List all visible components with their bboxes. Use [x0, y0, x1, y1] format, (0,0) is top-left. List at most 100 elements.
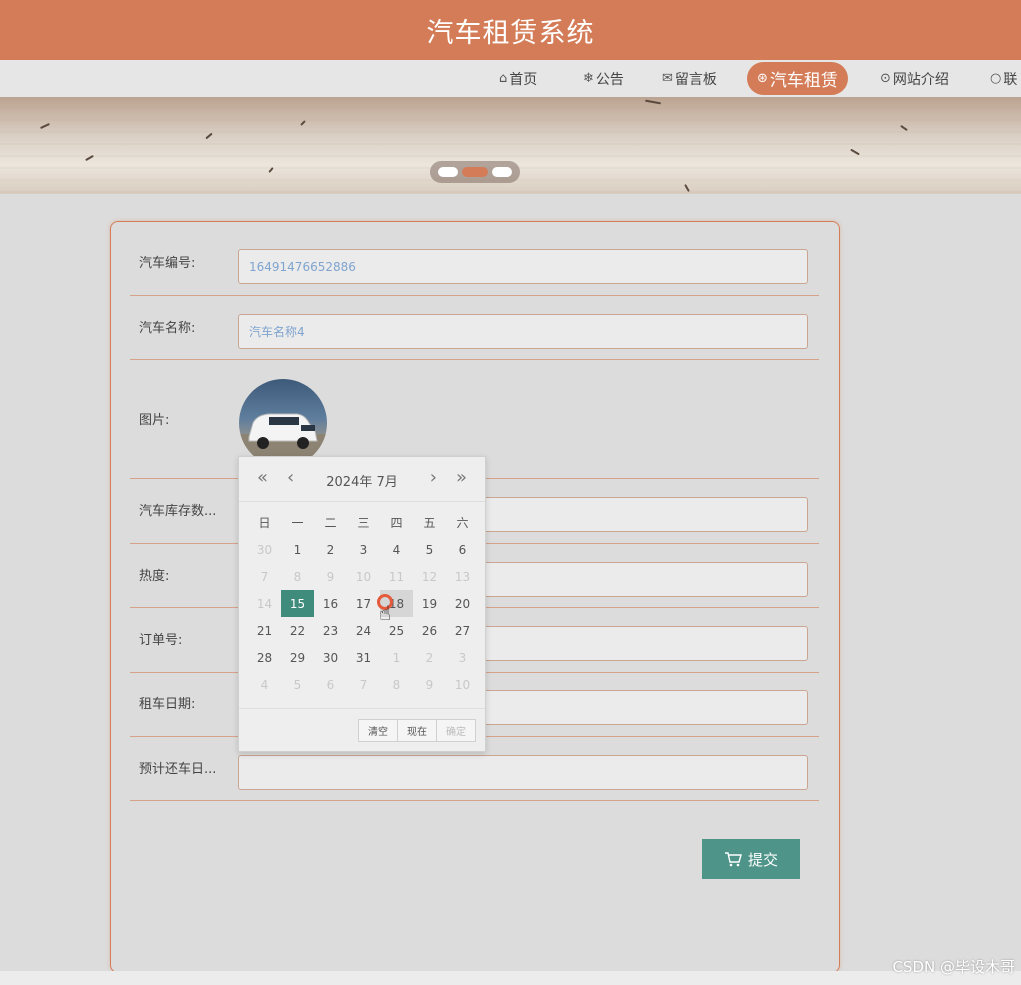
calendar-day[interactable]: 7	[248, 563, 281, 590]
submit-label: 提交	[747, 850, 778, 869]
car-no-label: 汽车编号:	[139, 256, 196, 271]
return-date-label: 预计还车日...	[139, 762, 217, 777]
car-no-value: 16491476652886	[249, 259, 356, 274]
calendar-day[interactable]: 28	[248, 644, 281, 671]
week-row: 14 15 16 17 18 19 20	[248, 590, 479, 617]
calendar-day[interactable]: 26	[413, 617, 446, 644]
week-row: 4 5 6 7 8 9 10	[248, 671, 479, 698]
calendar-day[interactable]: 10	[446, 671, 479, 698]
calendar-day[interactable]: 3	[446, 644, 479, 671]
car-name-label: 汽车名称:	[139, 321, 196, 336]
submit-button[interactable]: 提交	[702, 839, 800, 879]
banner-texture	[850, 148, 860, 156]
weekday-label: 四	[390, 516, 403, 530]
calendar-day[interactable]: 19	[413, 590, 446, 617]
calendar-day[interactable]: 30	[248, 536, 281, 563]
car-no-field[interactable]: 16491476652886	[238, 249, 808, 284]
date-picker-grid: 日一二三四五六 30 1 2 3 4 5 6 7 8 9 10 11 12 13 14 15 16 17 18 19 20…	[248, 509, 479, 698]
banner-texture	[900, 124, 908, 132]
calendar-day[interactable]: 31	[347, 644, 380, 671]
car-name-value: 汽车名称4	[249, 325, 305, 339]
nav-item-label: 联	[1003, 71, 1018, 88]
calendar-day[interactable]: 27	[446, 617, 479, 644]
calendar-day[interactable]: 2	[413, 644, 446, 671]
calendar-day[interactable]: 8	[281, 563, 314, 590]
nav-item-label: 公告	[595, 71, 624, 88]
calendar-day[interactable]: 8	[380, 671, 413, 698]
calendar-day[interactable]: 11	[380, 563, 413, 590]
calendar-day[interactable]: 1	[380, 644, 413, 671]
now-button[interactable]: 现在	[398, 720, 437, 741]
clear-button[interactable]: 清空	[359, 720, 398, 741]
calendar-day[interactable]: 9	[314, 563, 347, 590]
snowflake-icon: ❄	[583, 71, 594, 86]
calendar-day[interactable]: 3	[347, 536, 380, 563]
banner-texture	[644, 99, 662, 105]
week-row: 7 8 9 10 11 12 13	[248, 563, 479, 590]
week-row: 28 29 30 31 1 2 3	[248, 644, 479, 671]
nav-item-about[interactable]: ⊙ 网站介绍	[880, 62, 949, 95]
order-no-label: 订单号:	[139, 633, 183, 648]
heat-label: 热度:	[139, 569, 170, 584]
calendar-day[interactable]: 12	[413, 563, 446, 590]
calendar-day[interactable]: 13	[446, 563, 479, 590]
calendar-day[interactable]: 24	[347, 617, 380, 644]
home-icon: ⌂	[499, 71, 508, 86]
calendar-day[interactable]: 7	[347, 671, 380, 698]
row-divider	[130, 359, 819, 360]
calendar-day[interactable]: 5	[413, 536, 446, 563]
car-image[interactable]	[239, 379, 327, 467]
nav-item-home[interactable]: ⌂ 首页	[499, 62, 537, 95]
calendar-day[interactable]: 16	[314, 590, 347, 617]
calendar-day[interactable]: 2	[314, 536, 347, 563]
info-icon: ⊙	[880, 71, 891, 86]
return-date-field[interactable]	[238, 755, 808, 790]
next-month-icon[interactable]: ›	[430, 467, 437, 488]
week-row: 30 1 2 3 4 5 6	[248, 536, 479, 563]
cart-icon	[724, 852, 742, 867]
row-divider	[130, 800, 819, 801]
carousel-dot-active[interactable]	[462, 167, 488, 177]
car-photo-icon	[239, 413, 327, 467]
watermark: CSDN @毕设木哥	[892, 958, 1015, 976]
next-year-icon[interactable]: »	[456, 467, 467, 488]
calendar-day[interactable]: 1	[281, 536, 314, 563]
site-header: 汽车租赁系统	[0, 0, 1021, 60]
weekday-header-row: 日一二三四五六	[248, 509, 479, 536]
calendar-day[interactable]: 21	[248, 617, 281, 644]
calendar-day[interactable]: 17	[347, 590, 380, 617]
calendar-day[interactable]: 6	[314, 671, 347, 698]
carousel-dot[interactable]	[438, 167, 458, 177]
calendar-day[interactable]: 23	[314, 617, 347, 644]
page-footer	[0, 971, 1021, 985]
message-icon: ✉	[662, 71, 673, 86]
calendar-day[interactable]: 20	[446, 590, 479, 617]
nav-item-contact[interactable]: ○ 联	[990, 62, 1017, 95]
confirm-button[interactable]: 确定	[437, 720, 475, 741]
calendar-day[interactable]: 30	[314, 644, 347, 671]
row-divider	[130, 295, 819, 296]
banner-texture	[85, 154, 94, 162]
calendar-day[interactable]: 4	[248, 671, 281, 698]
nav-item-label: 网站介绍	[892, 71, 949, 88]
calendar-day[interactable]: 15	[281, 590, 314, 617]
calendar-day[interactable]: 4	[380, 536, 413, 563]
calendar-day[interactable]: 14	[248, 590, 281, 617]
nav-item-car-rental[interactable]: ⊛ 汽车租赁	[747, 62, 848, 95]
banner-texture	[205, 132, 213, 140]
calendar-day[interactable]: 22	[281, 617, 314, 644]
car-name-field[interactable]: 汽车名称4	[238, 314, 808, 349]
calendar-day[interactable]: 9	[413, 671, 446, 698]
rent-date-label: 租车日期:	[139, 697, 196, 712]
carousel-dot[interactable]	[492, 167, 512, 177]
banner-texture	[684, 184, 690, 192]
calendar-day[interactable]: 29	[281, 644, 314, 671]
nav-item-label: 首页	[509, 71, 538, 88]
calendar-day[interactable]: 6	[446, 536, 479, 563]
calendar-day[interactable]: 5	[281, 671, 314, 698]
stock-label: 汽车库存数...	[139, 504, 217, 519]
nav-item-notice[interactable]: ❄ 公告	[583, 62, 624, 95]
calendar-day[interactable]: 10	[347, 563, 380, 590]
date-picker-actions: 清空 现在 确定	[358, 719, 476, 742]
nav-item-message-board[interactable]: ✉ 留言板	[662, 62, 717, 95]
